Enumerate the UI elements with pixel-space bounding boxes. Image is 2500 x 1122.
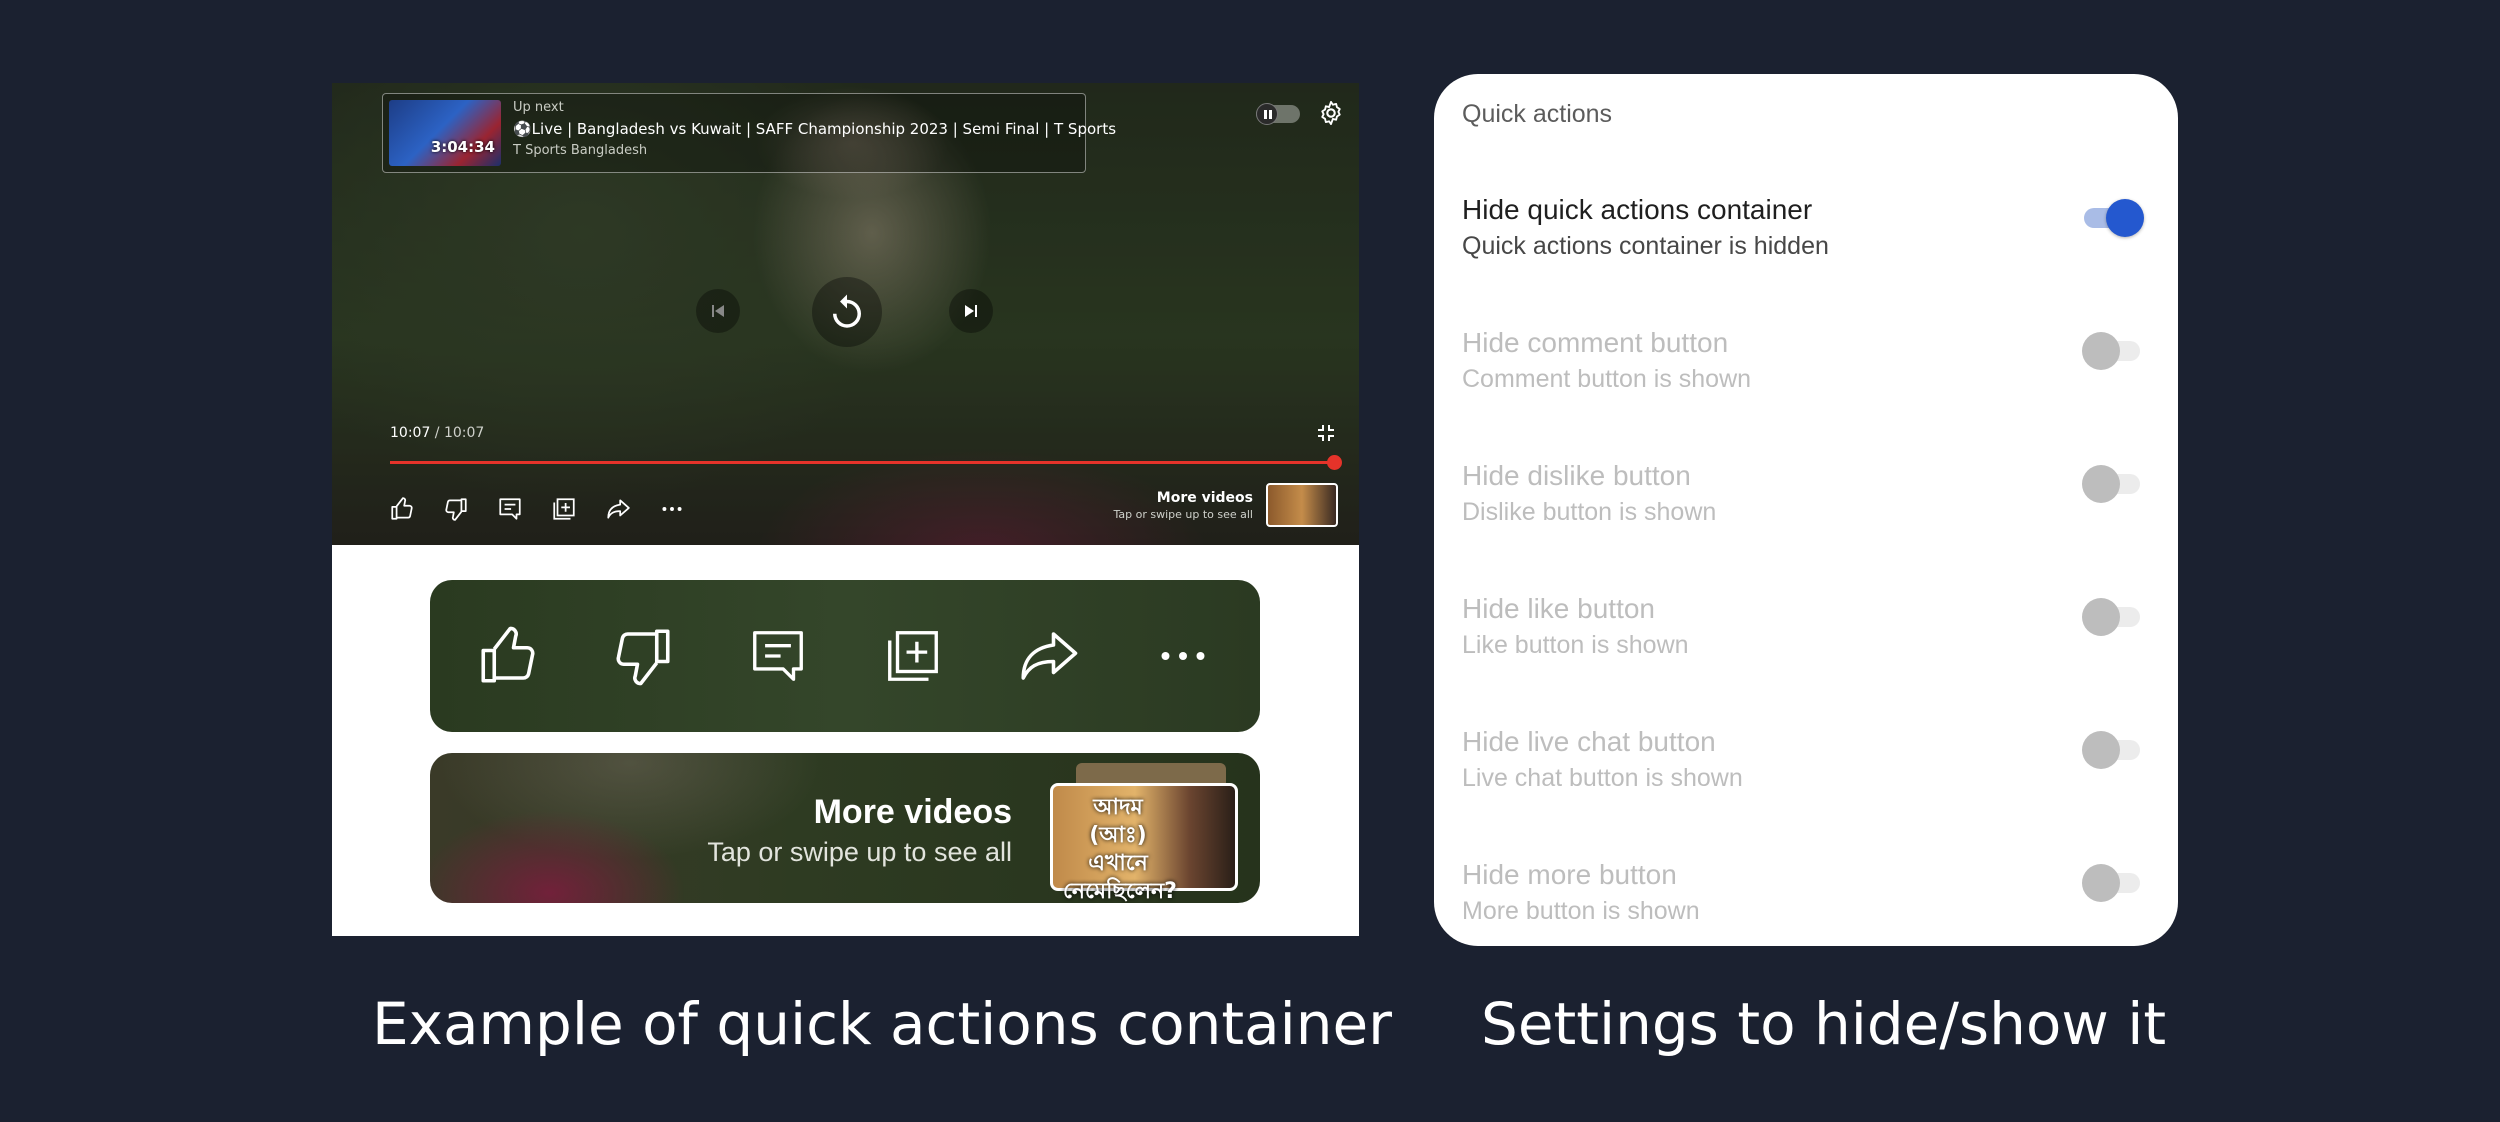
like-icon[interactable] [468,616,548,696]
time-separator: / [430,425,444,441]
save-to-playlist-icon[interactable] [544,489,584,529]
setting-hide-more-button[interactable]: Hide more button More button is shown [1434,857,2178,946]
setting-title: Hide more button [1462,859,1677,890]
toggle-switch[interactable] [2082,465,2140,503]
mini-quick-actions [382,489,692,529]
caption-settings: Settings to hide/show it [1481,990,2167,1058]
setting-subtitle: Dislike button is shown [1462,498,1717,526]
progress-scrubber[interactable] [1327,455,1342,470]
toggle-switch[interactable] [2082,598,2140,636]
settings-section-header: Quick actions [1462,100,1613,128]
more-icon[interactable] [652,489,692,529]
switch-knob [2082,598,2120,636]
thumbnail-text: আদম (আঃ) এখানে নেমেছিলেন? [1063,795,1177,903]
setting-title: Hide dislike button [1462,460,1691,491]
setting-title: Hide comment button [1462,327,1729,358]
up-next-thumbnail: 3:04:34 [389,100,501,166]
setting-title: Hide quick actions container [1462,194,1813,225]
comment-icon[interactable] [490,489,530,529]
setting-hide-comment-button[interactable]: Hide comment button Comment button is sh… [1434,325,2178,457]
setting-subtitle: More button is shown [1462,897,1700,925]
total-time: 10:07 [443,425,485,441]
setting-title: Hide live chat button [1462,726,1716,757]
switch-knob [2106,199,2144,237]
toggle-switch[interactable] [2084,199,2144,237]
setting-subtitle: Quick actions container is hidden [1462,232,1829,260]
mini-more-videos-subtitle: Tap or swipe up to see all [1113,508,1253,521]
autoplay-toggle[interactable] [1256,103,1300,125]
switch-knob [2082,864,2120,902]
replay-button[interactable] [812,277,882,347]
setting-hide-dislike-button[interactable]: Hide dislike button Dislike button is sh… [1434,458,2178,590]
gear-icon[interactable] [1317,99,1345,127]
dislike-icon[interactable] [603,616,683,696]
switch-knob [2082,465,2120,503]
setting-subtitle: Like button is shown [1462,631,1689,659]
switch-knob [2082,332,2120,370]
share-icon[interactable] [598,489,638,529]
save-to-playlist-icon[interactable] [873,616,953,696]
caption-example: Example of quick actions container [372,990,1393,1058]
up-next-label: Up next [513,100,564,115]
more-videos-card[interactable]: More videos Tap or swipe up to see all আ… [430,753,1260,903]
toggle-switch[interactable] [2082,332,2140,370]
up-next-card[interactable]: 3:04:34 Up next ⚽Live | Bangladesh vs Ku… [382,93,1116,173]
share-icon[interactable] [1008,616,1088,696]
pause-icon [1256,103,1278,125]
comment-icon[interactable] [738,616,818,696]
up-next-title: ⚽Live | Bangladesh vs Kuwait | SAFF Cham… [513,120,1117,138]
more-icon[interactable] [1143,616,1223,696]
more-videos-subtitle: Tap or swipe up to see all [707,837,1012,867]
replay-icon [833,294,861,328]
dislike-icon[interactable] [436,489,476,529]
switch-knob [2082,731,2120,769]
settings-panel: Quick actions Hide quick actions contain… [1434,74,2178,946]
progress-bar[interactable] [390,461,1336,464]
skip-previous-icon [712,305,724,317]
current-time: 10:07 [390,425,431,441]
setting-hide-like-button[interactable]: Hide like button Like button is shown [1434,591,2178,723]
more-videos-thumbnail[interactable]: আদম (আঃ) এখানে নেমেছিলেন? [1050,783,1238,903]
more-videos-title: More videos [813,793,1012,831]
like-icon[interactable] [382,489,422,529]
previous-button[interactable] [696,289,740,333]
toggle-switch[interactable] [2082,731,2140,769]
quick-actions-example: 3:04:34 Up next ⚽Live | Bangladesh vs Ku… [332,83,1359,936]
setting-subtitle: Live chat button is shown [1462,764,1743,792]
next-button[interactable] [949,289,993,333]
setting-subtitle: Comment button is shown [1462,365,1752,393]
setting-hide-quick-actions-container[interactable]: Hide quick actions container Quick actio… [1434,192,2178,324]
mini-more-videos-title: More videos [1156,490,1253,506]
quick-actions-container [430,580,1260,732]
up-next-duration: 3:04:34 [430,138,495,156]
skip-next-icon [965,305,977,317]
setting-title: Hide like button [1462,593,1656,624]
up-next-channel: T Sports Bangladesh [513,143,648,158]
mini-more-videos-thumbnail[interactable] [1266,483,1338,527]
video-player[interactable]: 3:04:34 Up next ⚽Live | Bangladesh vs Ku… [332,83,1359,545]
exit-fullscreen-icon[interactable] [1316,423,1336,443]
time-display: 10:07 / 10:07 [390,425,484,441]
setting-hide-live-chat-button[interactable]: Hide live chat button Live chat button i… [1434,724,2178,856]
mini-more-videos[interactable]: More videos Tap or swipe up to see all [1113,490,1253,521]
toggle-switch[interactable] [2082,864,2140,902]
